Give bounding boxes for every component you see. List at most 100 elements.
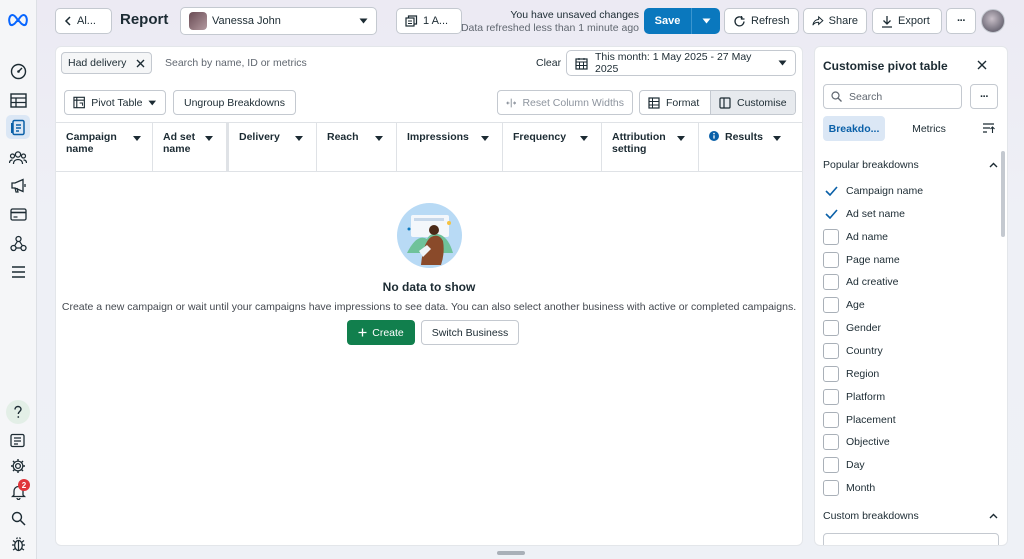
- checkbox[interactable]: [823, 411, 839, 428]
- bug-report-icon[interactable]: [6, 532, 30, 556]
- column-header-campaign-name[interactable]: Campaign name: [56, 123, 153, 172]
- reset-column-widths-button[interactable]: Reset Column Widths: [497, 90, 633, 115]
- breakdown-option[interactable]: Age: [823, 296, 865, 314]
- column-label: name: [66, 143, 94, 155]
- unsaved-changes-text: You have unsaved changes: [510, 9, 639, 21]
- meta-logo-icon[interactable]: [6, 8, 30, 32]
- panel-more-button[interactable]: ···: [970, 84, 998, 109]
- settings-gear-icon[interactable]: [6, 454, 30, 478]
- menu-icon[interactable]: [6, 260, 30, 284]
- tab-metrics[interactable]: Metrics: [895, 116, 963, 141]
- table-icon[interactable]: [6, 88, 30, 112]
- breakdown-option[interactable]: Month: [823, 479, 875, 497]
- column-menu-caret-icon[interactable]: [578, 132, 590, 144]
- collapse-chevron-up-icon[interactable]: [987, 159, 999, 171]
- format-toggle[interactable]: Format: [640, 91, 710, 114]
- column-header-attribution-setting[interactable]: Attribution setting: [602, 123, 699, 172]
- account-avatar: [189, 12, 207, 30]
- column-header-impressions[interactable]: Impressions: [397, 123, 503, 172]
- close-panel-button[interactable]: [975, 58, 989, 72]
- breakdown-option[interactable]: Region: [823, 365, 879, 383]
- column-menu-caret-icon[interactable]: [771, 132, 783, 144]
- refresh-button[interactable]: Refresh: [724, 8, 799, 34]
- column-menu-caret-icon[interactable]: [479, 132, 491, 144]
- resize-handle[interactable]: [497, 551, 525, 555]
- breakdown-option[interactable]: Ad creative: [823, 273, 899, 291]
- checkbox[interactable]: [823, 388, 839, 405]
- back-button[interactable]: Al...: [55, 8, 112, 34]
- ungroup-breakdowns-button[interactable]: Ungroup Breakdowns: [173, 90, 296, 115]
- notifications-bell-icon[interactable]: 2: [6, 479, 30, 504]
- checkbox[interactable]: [823, 320, 839, 337]
- breakdown-option[interactable]: Page name: [823, 251, 900, 269]
- sort-order-icon[interactable]: [977, 118, 999, 140]
- clear-filters-link[interactable]: Clear: [536, 57, 561, 69]
- download-icon: [882, 15, 892, 28]
- column-menu-caret-icon[interactable]: [373, 132, 385, 144]
- pivot-table-dropdown[interactable]: Pivot Table: [64, 90, 166, 115]
- news-feed-icon[interactable]: [6, 428, 30, 452]
- billing-card-icon[interactable]: [6, 202, 30, 226]
- info-icon[interactable]: [709, 131, 719, 141]
- checkbox[interactable]: [823, 365, 839, 382]
- column-header-frequency[interactable]: Frequency: [503, 123, 602, 172]
- breakdown-option[interactable]: Ad set name: [823, 205, 905, 223]
- breakdown-option[interactable]: Day: [823, 456, 865, 474]
- checkbox[interactable]: [823, 297, 839, 314]
- ad-account-selector[interactable]: 1 A...: [396, 8, 462, 34]
- checkbox[interactable]: [823, 480, 839, 497]
- filter-search-input[interactable]: Search by name, ID or metrics: [165, 57, 307, 69]
- tab-breakdowns[interactable]: Breakdo...: [823, 116, 885, 141]
- switch-business-button[interactable]: Switch Business: [421, 320, 519, 345]
- customise-toggle[interactable]: Customise: [710, 91, 795, 114]
- breakdown-option[interactable]: Gender: [823, 319, 881, 337]
- audiences-icon[interactable]: [6, 145, 30, 169]
- breakdown-option[interactable]: Ad name: [823, 228, 888, 246]
- dashboard-gauge-icon[interactable]: [6, 59, 30, 83]
- close-icon[interactable]: [136, 59, 145, 68]
- help-icon[interactable]: [6, 400, 30, 424]
- save-button[interactable]: Save: [644, 8, 692, 34]
- panel-scrollbar[interactable]: [1001, 151, 1005, 237]
- checkbox[interactable]: [823, 251, 839, 268]
- search-icon[interactable]: [6, 506, 30, 530]
- column-menu-caret-icon[interactable]: [675, 132, 687, 144]
- checkbox[interactable]: [823, 457, 839, 474]
- column-header-ad-set-name[interactable]: Ad set name: [153, 123, 229, 172]
- checkbox[interactable]: [823, 434, 839, 451]
- column-header-reach[interactable]: Reach: [317, 123, 397, 172]
- breakdown-option[interactable]: Placement: [823, 411, 896, 429]
- user-avatar[interactable]: [981, 9, 1005, 33]
- breakdown-option[interactable]: Platform: [823, 388, 885, 406]
- export-button[interactable]: Export: [872, 8, 942, 34]
- column-header-results[interactable]: Results: [699, 123, 804, 172]
- breakdown-option[interactable]: Campaign name: [823, 182, 923, 200]
- checkbox-checked[interactable]: [823, 183, 839, 199]
- filter-chip-had-delivery[interactable]: Had delivery: [61, 52, 153, 74]
- column-menu-caret-icon[interactable]: [131, 132, 143, 144]
- custom-breakdown-field[interactable]: [823, 533, 999, 545]
- collapse-chevron-up-icon[interactable]: [987, 510, 999, 522]
- create-button[interactable]: Create: [347, 320, 415, 345]
- account-selector[interactable]: Vanessa John: [180, 7, 377, 35]
- checkbox-checked[interactable]: [823, 206, 839, 222]
- checkbox[interactable]: [823, 274, 839, 291]
- more-options-button[interactable]: ···: [946, 8, 976, 34]
- panel-search-input[interactable]: Search: [823, 84, 962, 109]
- megaphone-icon[interactable]: [6, 173, 30, 197]
- share-button[interactable]: Share: [803, 8, 867, 34]
- column-menu-caret-icon[interactable]: [293, 132, 305, 144]
- breakdown-option[interactable]: Country: [823, 342, 883, 360]
- date-range-picker[interactable]: This month: 1 May 2025 - 27 May 2025: [566, 50, 796, 76]
- notification-count-badge: 2: [18, 479, 30, 491]
- column-header-delivery[interactable]: Delivery: [229, 123, 317, 172]
- close-icon: [977, 60, 987, 70]
- checkbox[interactable]: [823, 228, 839, 245]
- save-options-dropdown[interactable]: [692, 8, 720, 34]
- reports-icon[interactable]: [6, 115, 30, 139]
- pivot-table-label: Pivot Table: [91, 96, 143, 109]
- column-menu-caret-icon[interactable]: [203, 132, 215, 144]
- breakdown-option[interactable]: Objective: [823, 433, 890, 451]
- checkbox[interactable]: [823, 342, 839, 359]
- business-network-icon[interactable]: [6, 231, 30, 255]
